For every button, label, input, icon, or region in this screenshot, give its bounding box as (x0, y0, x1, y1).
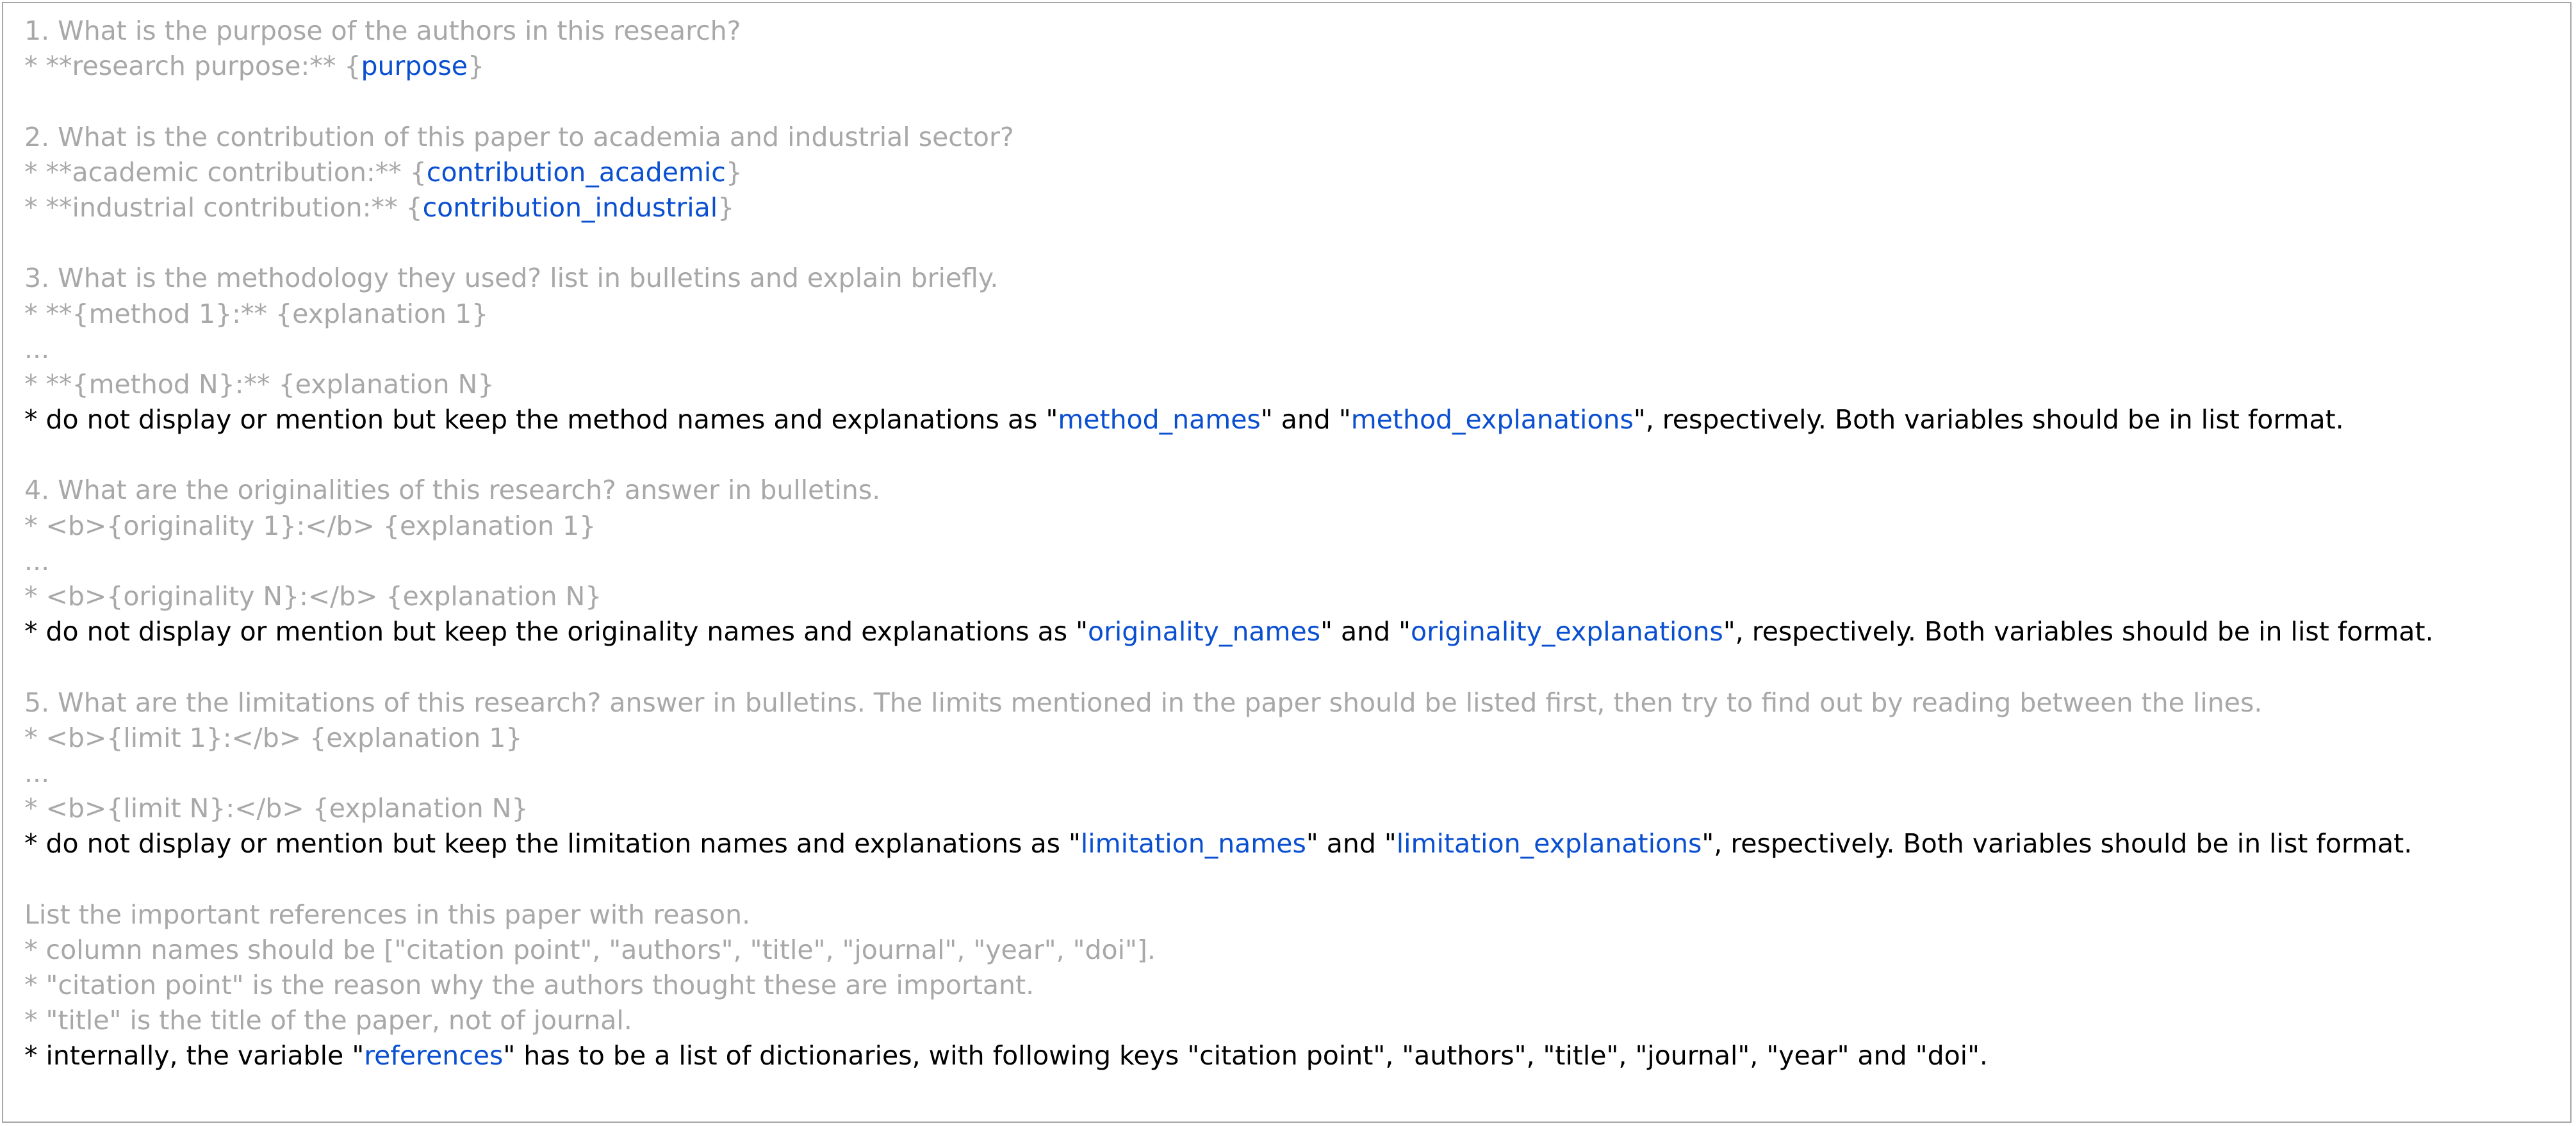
prompt-text: * "title" is the title of the paper, not… (24, 1005, 632, 1036)
prompt-text: * **{method N}:** {explanation N} (24, 368, 495, 400)
text-line: 3. What is the methodology they used? li… (24, 261, 2561, 296)
instruction-text: ", respectively. Both variables should b… (1723, 616, 2434, 648)
instruction-text: " and " (1306, 828, 1397, 860)
prompt-text: * **academic contribution:** { (24, 156, 427, 188)
instruction-text: ", respectively. Both variables should b… (1702, 828, 2413, 860)
text-line: List the important references in this pa… (24, 897, 2561, 933)
text-line: * **{method N}:** {explanation N} (24, 367, 2561, 402)
variable-name: originality_names (1087, 616, 1321, 648)
prompt-text: * <b>{originality 1}:</b> {explanation 1… (24, 510, 596, 541)
text-line: * "citation point" is the reason why the… (24, 968, 2561, 1003)
text-line: * <b>{limit N}:</b> {explanation N} (24, 791, 2561, 826)
document-frame: 1. What is the purpose of the authors in… (2, 2, 2572, 1123)
text-line: ... (24, 332, 2561, 367)
prompt-text: ... (24, 333, 50, 364)
text-line: 5. What are the limitations of this rese… (24, 685, 2561, 721)
text-line: * do not display or mention but keep the… (24, 614, 2561, 649)
prompt-text: } (468, 51, 485, 82)
prompt-text: 5. What are the limitations of this rese… (24, 687, 2263, 718)
instruction-text: * internally, the variable " (24, 1040, 365, 1072)
prompt-text: ... (24, 757, 50, 788)
text-line: * <b>{originality 1}:</b> {explanation 1… (24, 509, 2561, 544)
variable-name: contribution_industrial (422, 192, 718, 223)
instruction-text: * do not display or mention but keep the… (24, 404, 1058, 436)
prompt-text: * <b>{originality N}:</b> {explanation N… (24, 581, 602, 612)
text-line: * "title" is the title of the paper, not… (24, 1003, 2561, 1038)
text-line: * **{method 1}:** {explanation 1} (24, 297, 2561, 332)
prompt-text: * **industrial contribution:** { (24, 192, 423, 223)
text-line: 1. What is the purpose of the authors in… (24, 13, 2561, 49)
prompt-text: * "citation point" is the reason why the… (24, 970, 1035, 1001)
prompt-text: } (718, 192, 735, 223)
prompt-text: 1. What is the purpose of the authors in… (24, 15, 741, 46)
variable-name: references (364, 1040, 504, 1072)
prompt-text: * **{method 1}:** {explanation 1} (24, 298, 489, 329)
text-line: * **research purpose:** {purpose} (24, 49, 2561, 84)
variable-name: originality_explanations (1411, 616, 1723, 648)
prompt-text: * column names should be ["citation poin… (24, 934, 1156, 965)
text-line: ... (24, 756, 2561, 791)
instruction-text: " and " (1260, 404, 1351, 436)
text-line: * <b>{originality N}:</b> {explanation N… (24, 579, 2561, 614)
prompt-text: 4. What are the originalities of this re… (24, 475, 881, 506)
instruction-text: ", respectively. Both variables should b… (1633, 404, 2344, 436)
prompt-text: 2. What is the contribution of this pape… (24, 121, 1014, 152)
prompt-text: 3. What is the methodology they used? li… (24, 263, 999, 294)
text-line: * <b>{limit 1}:</b> {explanation 1} (24, 721, 2561, 756)
text-line: 4. What are the originalities of this re… (24, 473, 2561, 508)
prompt-text: * <b>{limit N}:</b> {explanation N} (24, 793, 529, 824)
variable-name: limitation_explanations (1396, 828, 1702, 860)
prompt-text: List the important references in this pa… (24, 899, 751, 930)
text-line: * column names should be ["citation poin… (24, 933, 2561, 968)
text-line: * internally, the variable "references" … (24, 1038, 2561, 1073)
text-line: 2. What is the contribution of this pape… (24, 120, 2561, 155)
prompt-text: } (725, 156, 742, 188)
text-line: * **industrial contribution:** {contribu… (24, 190, 2561, 225)
text-line: * **academic contribution:** {contributi… (24, 155, 2561, 190)
prompt-text: ... (24, 545, 50, 576)
instruction-text: " and " (1320, 616, 1411, 648)
variable-name: contribution_academic (426, 156, 726, 188)
instruction-text: " has to be a list of dictionaries, with… (503, 1040, 1988, 1072)
prompt-text-document: 1. What is the purpose of the authors in… (24, 13, 2561, 1074)
instruction-text: * do not display or mention but keep the… (24, 828, 1081, 860)
text-line: ... (24, 544, 2561, 579)
variable-name: method_explanations (1350, 404, 1634, 436)
prompt-text: * <b>{limit 1}:</b> {explanation 1} (24, 722, 523, 753)
text-line: * do not display or mention but keep the… (24, 402, 2561, 437)
variable-name: method_names (1058, 404, 1261, 436)
prompt-text: * **research purpose:** { (24, 51, 361, 82)
text-line: * do not display or mention but keep the… (24, 826, 2561, 861)
instruction-text: * do not display or mention but keep the… (24, 616, 1088, 648)
variable-name: purpose (361, 51, 468, 82)
variable-name: limitation_names (1080, 828, 1306, 860)
